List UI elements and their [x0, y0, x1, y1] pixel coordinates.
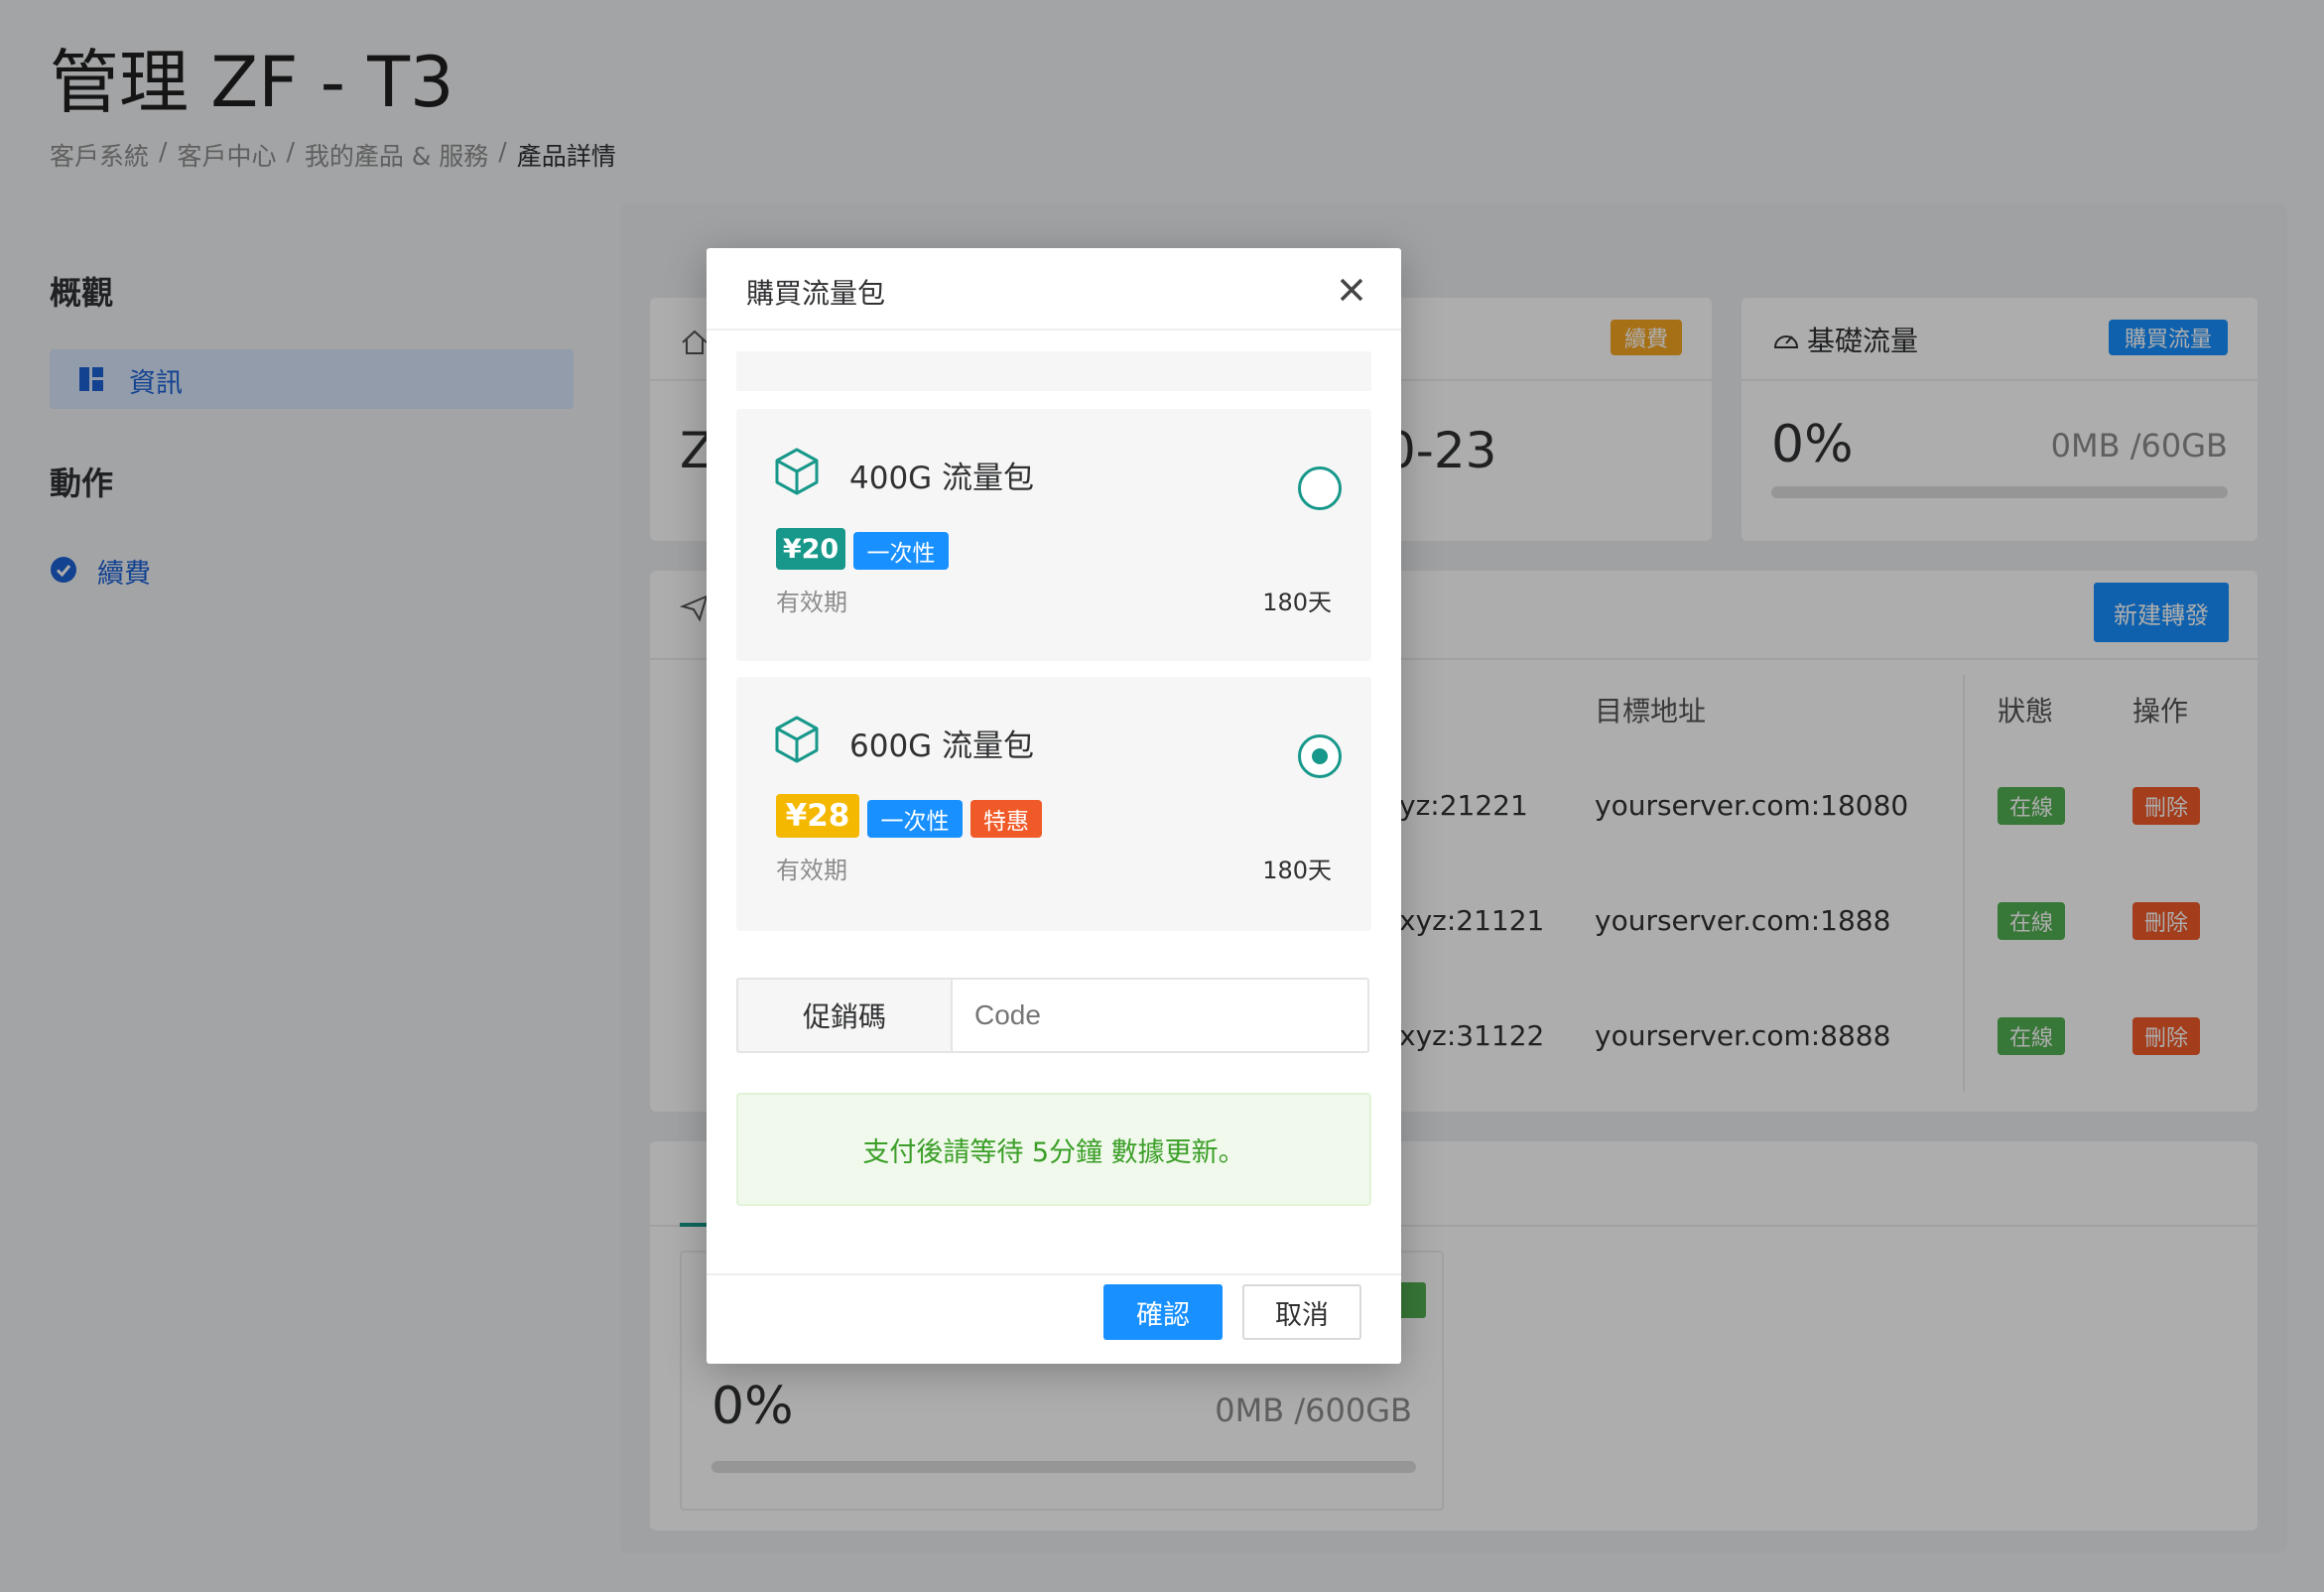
- payment-notice: 支付後請等待 5分鐘 數據更新。: [736, 1093, 1371, 1206]
- cancel-button[interactable]: 取消: [1242, 1284, 1361, 1340]
- promo-code-group: 促銷碼: [736, 978, 1369, 1053]
- close-icon[interactable]: [1338, 276, 1365, 304]
- package-name: 600G 流量包: [849, 729, 1035, 764]
- buy-traffic-modal: 購買流量包 400G 流量包 ¥20 一次性 有效期 180天 600G 流量包…: [707, 248, 1401, 1364]
- cube-icon: [774, 715, 820, 764]
- cube-icon: [774, 447, 820, 496]
- payment-notice-text: 支付後請等待 5分鐘 數據更新。: [862, 1136, 1245, 1168]
- package-radio[interactable]: [1298, 466, 1342, 510]
- promo-code-label: 促銷碼: [738, 980, 953, 1051]
- modal-header-divider: [707, 329, 1401, 331]
- special-offer-tag: 特惠: [970, 800, 1042, 838]
- confirm-button[interactable]: 確認: [1103, 1284, 1223, 1340]
- package-option-400g[interactable]: 400G 流量包 ¥20 一次性 有效期 180天: [736, 409, 1371, 661]
- price-tag: ¥28: [776, 794, 859, 838]
- validity-label: 有效期: [776, 857, 847, 884]
- modal-top-strip: [736, 351, 1371, 391]
- modal-footer-divider: [707, 1273, 1401, 1275]
- validity-value: 180天: [1262, 857, 1332, 884]
- package-radio-selected[interactable]: [1298, 734, 1342, 778]
- promo-code-input[interactable]: [955, 980, 1367, 1051]
- validity-value: 180天: [1262, 589, 1332, 616]
- one-time-tag: 一次性: [853, 532, 949, 570]
- radio-dot: [1312, 748, 1328, 764]
- price-tag: ¥20: [776, 528, 845, 570]
- modal-title: 購買流量包: [746, 277, 886, 310]
- validity-label: 有效期: [776, 589, 847, 616]
- package-name: 400G 流量包: [849, 461, 1035, 496]
- one-time-tag: 一次性: [867, 800, 963, 838]
- package-option-600g[interactable]: 600G 流量包 ¥28 一次性 特惠 有效期 180天: [736, 677, 1371, 931]
